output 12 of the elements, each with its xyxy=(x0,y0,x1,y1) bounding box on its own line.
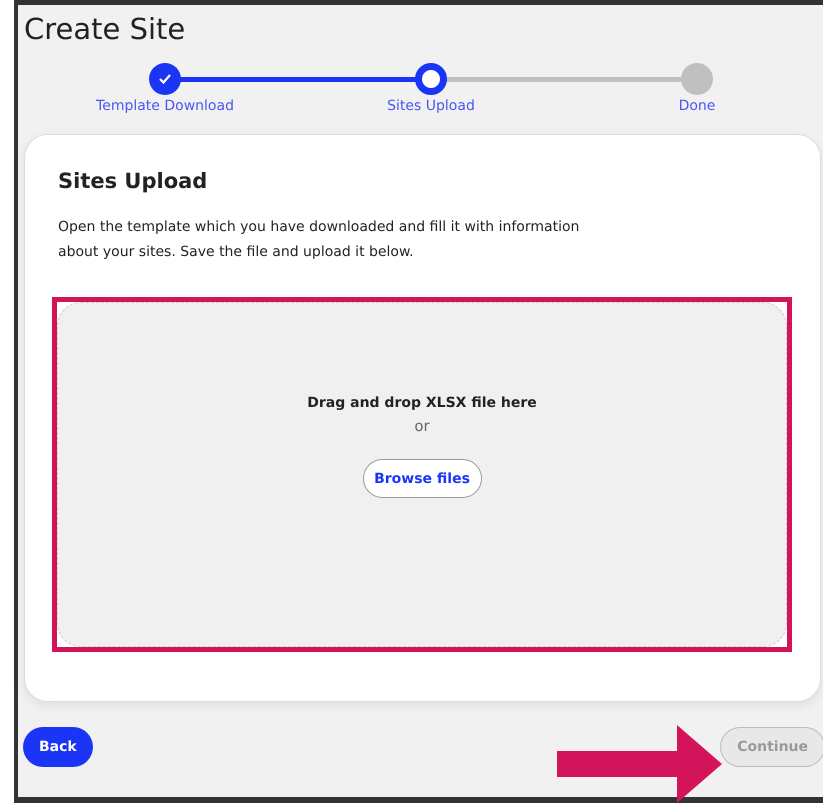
step-label: Sites Upload xyxy=(387,98,475,114)
check-icon xyxy=(158,73,172,85)
or-text: or xyxy=(414,417,430,435)
browse-files-button[interactable]: Browse files xyxy=(362,459,482,498)
step-label: Template Download xyxy=(96,98,234,114)
card-heading: Sites Upload xyxy=(58,169,208,193)
drop-prompt: Drag and drop XLSX file here xyxy=(307,395,537,411)
drop-zone[interactable]: Drag and drop XLSX file here or Browse files xyxy=(57,302,787,647)
instructions-text: Open the template which you have downloaded and fill it with information about your sites. Save the file and upload it below. xyxy=(58,218,580,262)
back-button[interactable]: Back xyxy=(23,727,93,767)
step-label: Done xyxy=(678,98,716,114)
page-title: Create Site xyxy=(24,11,186,47)
